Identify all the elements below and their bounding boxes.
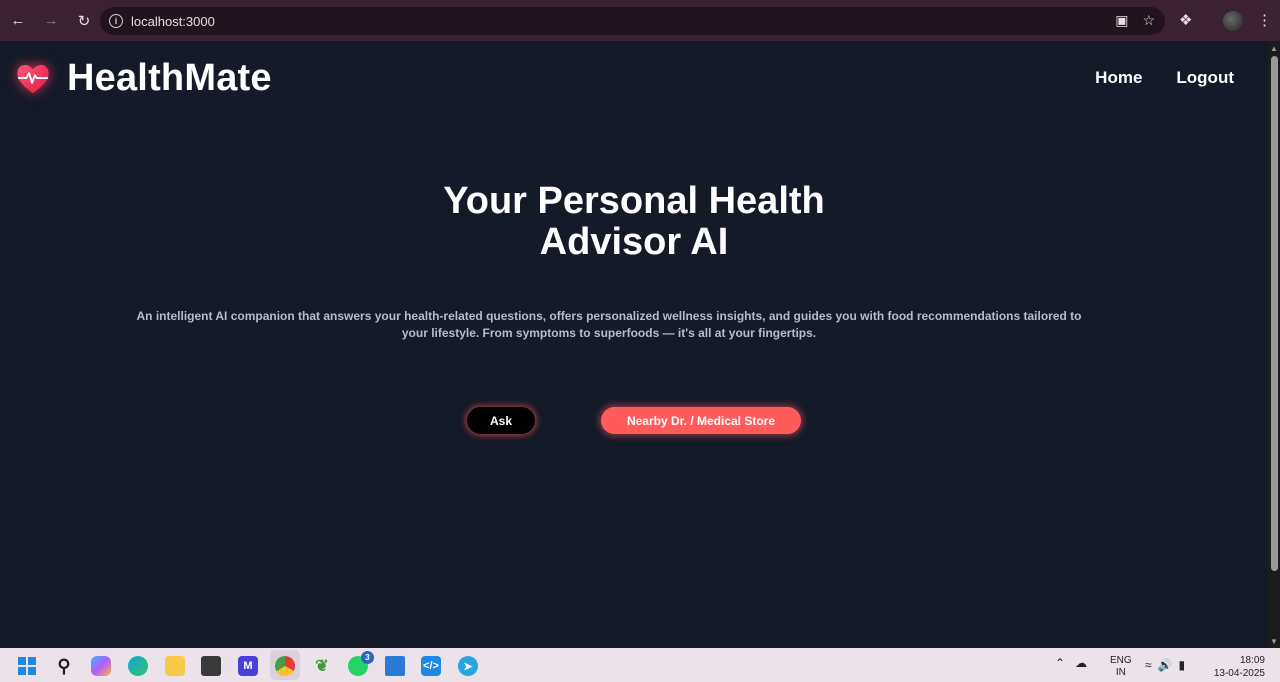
scrollbar-thumb[interactable] (1271, 56, 1278, 571)
brand-logo[interactable]: HealthMate (14, 57, 272, 100)
clock-time: 18:09 (1239, 655, 1265, 666)
scroll-down-icon[interactable]: ▼ (1270, 637, 1278, 646)
clock-date: 13-04-2025 (1213, 668, 1265, 679)
language-code: ENG (1110, 655, 1132, 666)
hero-title: Your Personal Health Advisor AI (0, 181, 1268, 263)
scroll-up-icon[interactable]: ▲ (1270, 44, 1278, 53)
hero-title-line2: Advisor AI (539, 221, 729, 263)
whatsapp-icon[interactable]: 3 (348, 651, 374, 676)
file-explorer-icon[interactable] (165, 656, 185, 676)
app-cube-icon[interactable] (201, 656, 221, 676)
install-app-icon[interactable]: ▣ (1115, 12, 1128, 29)
start-windows-icon[interactable] (17, 656, 37, 676)
kebab-menu-icon[interactable]: ⋮ (1257, 11, 1272, 29)
nearby-doctor-store-button[interactable]: Nearby Dr. / Medical Store (601, 407, 801, 434)
search-icon[interactable]: ⚲ (54, 656, 74, 676)
wifi-icon: ≈ (1145, 658, 1152, 672)
nav-home-link[interactable]: Home (1095, 68, 1142, 88)
quick-settings[interactable]: ≈ 🔊 ▮ (1145, 658, 1185, 672)
arrow-right-icon: → (43, 12, 59, 29)
heart-pulse-icon (17, 64, 49, 93)
address-bar[interactable]: i localhost:3000 ▣ ☆ (100, 7, 1165, 35)
clock[interactable]: 18:09 13-04-2025 (1207, 654, 1265, 680)
forward-button[interactable]: → (36, 6, 66, 36)
arrow-left-icon: ← (10, 12, 26, 29)
region-code: IN (1115, 667, 1126, 678)
cloud-offline-icon[interactable]: ☁ (1075, 656, 1087, 670)
reload-button[interactable]: ↻ (69, 6, 99, 36)
site-info-icon[interactable]: i (109, 14, 123, 28)
back-button[interactable]: ← (3, 6, 33, 36)
language-indicator[interactable]: ENG IN (1110, 655, 1132, 679)
notepad-icon[interactable] (385, 656, 405, 676)
hero-title-line1: Your Personal Health (443, 180, 825, 222)
telegram-icon[interactable]: ➤ (458, 656, 478, 676)
extensions-icon[interactable]: ❖ (1179, 11, 1192, 29)
browser-toolbar: ← → ↻ i localhost:3000 ▣ ☆ ❖ ⋮ (0, 0, 1280, 41)
vscode-icon[interactable]: </> (421, 656, 441, 676)
copilot-icon[interactable] (91, 656, 111, 676)
hero-description: An intelligent AI companion that answers… (136, 309, 1082, 340)
mongodb-leaf-icon[interactable]: ❦ (312, 656, 332, 676)
reload-icon: ↻ (77, 12, 91, 30)
volume-icon: 🔊 (1157, 658, 1173, 672)
battery-icon: ▮ (1178, 658, 1186, 672)
url-text[interactable]: localhost:3000 (131, 14, 215, 29)
top-nav: Home Logout (1095, 68, 1234, 88)
nav-logout-link[interactable]: Logout (1176, 68, 1234, 88)
ask-button[interactable]: Ask (467, 407, 535, 434)
edge-browser-icon[interactable] (128, 656, 148, 676)
page-scrollbar[interactable]: ▲ ▼ (1268, 41, 1280, 648)
system-tray: ⌃ ☁ (1055, 656, 1087, 670)
notification-badge: 3 (361, 651, 374, 664)
app-m-icon[interactable]: M (238, 656, 258, 676)
profile-avatar[interactable] (1223, 11, 1243, 31)
brand-name: HealthMate (67, 57, 272, 99)
chevron-up-icon[interactable]: ⌃ (1055, 656, 1065, 670)
page-body: HealthMate Home Logout Your Personal Hea… (0, 41, 1268, 648)
bookmark-star-icon[interactable]: ☆ (1142, 12, 1155, 29)
windows-taskbar: ⚲ M ❦ 3 </> ➤ ⌃ ☁ ENG IN ≈ 🔊 ▮ 18:09 13-… (0, 648, 1280, 682)
chrome-browser-icon[interactable] (275, 656, 295, 676)
